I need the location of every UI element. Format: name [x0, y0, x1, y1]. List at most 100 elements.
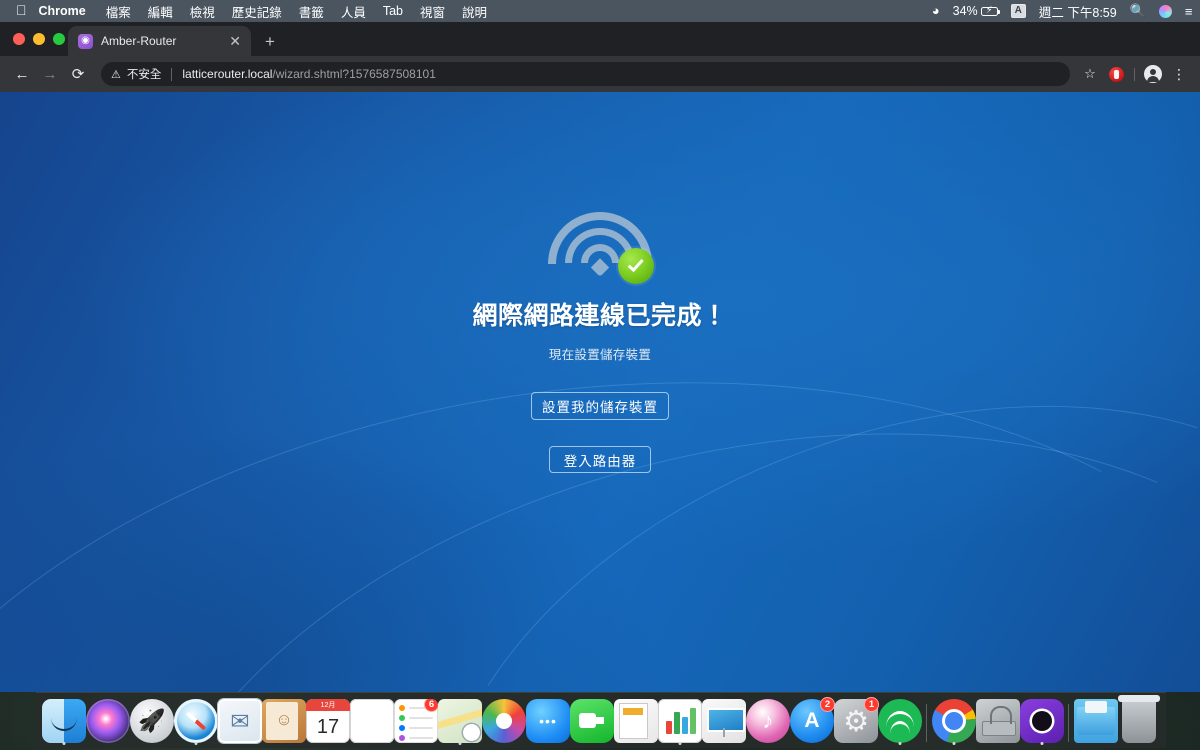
dock-item-calendar[interactable]: 12月 17	[306, 693, 350, 745]
wifi-icon[interactable]: ◕	[932, 3, 940, 19]
toolbar-divider	[1134, 67, 1135, 81]
router-setup-page: 網際網路連線已完成！ 現在設置儲存裝置 設置我的儲存裝置 登入路由器	[0, 92, 1200, 692]
browser-tab[interactable]: ◉ Amber-Router ✕	[68, 26, 251, 56]
purple-app-icon	[1019, 699, 1064, 743]
extension-icon[interactable]	[1104, 62, 1128, 86]
system-preferences-badge: 1	[864, 697, 879, 712]
photos-icon	[482, 699, 526, 743]
menu-app-name[interactable]: Chrome	[39, 4, 86, 18]
dock-item-chrome[interactable]	[931, 693, 976, 745]
dock-item-launchpad[interactable]	[130, 693, 174, 745]
dock-item-maps[interactable]	[438, 693, 482, 745]
profile-avatar-icon[interactable]	[1141, 62, 1165, 86]
input-source-indicator[interactable]: A	[1010, 4, 1026, 18]
maps-icon	[438, 699, 482, 743]
control-center-icon[interactable]: ≡	[1185, 4, 1193, 19]
apple-icon[interactable]: 	[16, 3, 27, 17]
star-icon[interactable]: ☆	[1078, 62, 1102, 86]
chrome-icon	[931, 699, 976, 743]
menu-item-window[interactable]: 視窗	[420, 2, 445, 21]
facetime-icon	[570, 699, 614, 743]
dock-item-contacts[interactable]	[262, 693, 306, 745]
dock-separator-2	[1064, 701, 1074, 745]
trash-icon	[1117, 695, 1160, 743]
page-title: 網際網路連線已完成！	[472, 302, 728, 330]
dock-item-facetime[interactable]	[570, 693, 614, 745]
setup-storage-button[interactable]: 設置我的儲存裝置	[531, 392, 669, 420]
close-tab-icon[interactable]: ✕	[226, 33, 244, 49]
router-favicon: ◉	[78, 33, 93, 49]
safari-icon	[174, 699, 218, 743]
dock-item-itunes[interactable]	[746, 693, 790, 745]
mail-icon	[218, 699, 262, 743]
battery-percent-label: 34%	[952, 4, 978, 18]
search-icon[interactable]: 🔍	[1130, 3, 1146, 19]
chrome-window: ◉ Amber-Router ✕ + ← → ⟳ ⚠ 不安全 latticero…	[0, 22, 1200, 692]
menu-item-view[interactable]: 檢視	[190, 2, 215, 21]
maximize-window-button[interactable]	[53, 33, 65, 45]
siri-icon[interactable]	[1158, 4, 1172, 18]
dock-item-numbers[interactable]	[658, 693, 702, 745]
wifi-signal-icon	[548, 212, 654, 284]
minimize-window-button[interactable]	[33, 33, 45, 45]
menu-item-help[interactable]: 說明	[462, 2, 487, 21]
menu-item-bookmarks[interactable]: 書籤	[299, 2, 324, 21]
menu-item-people[interactable]: 人員	[341, 2, 366, 21]
dock-item-finder[interactable]	[42, 693, 86, 745]
close-window-button[interactable]	[13, 33, 25, 45]
kebab-menu-icon[interactable]: ⋮	[1167, 62, 1191, 86]
warning-triangle-icon: ⚠	[111, 68, 121, 81]
dock-item-siri[interactable]	[86, 693, 130, 745]
dock-item-keynote[interactable]	[702, 693, 746, 745]
notes-icon	[350, 699, 394, 743]
dock-item-trash[interactable]	[1117, 693, 1161, 745]
dock-item-reminders[interactable]: 6	[394, 693, 438, 745]
login-router-button[interactable]: 登入路由器	[549, 446, 651, 473]
reminders-icon: 6	[394, 699, 438, 743]
system-preferences-icon: 1	[834, 697, 879, 743]
messages-icon	[526, 699, 570, 743]
browser-toolbar: ← → ⟳ ⚠ 不安全 latticerouter.local/wizard.s…	[0, 56, 1200, 92]
new-tab-button[interactable]: +	[265, 33, 275, 50]
finder-icon	[42, 699, 86, 743]
address-bar[interactable]: ⚠ 不安全 latticerouter.local/wizard.shtml?1…	[101, 62, 1070, 86]
app-store-icon: 2	[790, 697, 835, 743]
back-button[interactable]: ←	[9, 61, 35, 87]
reload-button[interactable]: ⟳	[65, 61, 91, 87]
window-traffic-lights	[13, 33, 65, 45]
dock-item-spotify[interactable]	[878, 693, 922, 745]
downloads-folder-icon	[1073, 699, 1118, 743]
green-check-icon	[618, 248, 654, 284]
dock-item-safari[interactable]	[174, 693, 218, 745]
spotify-icon	[878, 699, 922, 743]
battery-status[interactable]: 34% ⚡	[952, 4, 1000, 18]
dock-item-messages[interactable]	[526, 693, 570, 745]
keynote-icon	[702, 699, 746, 743]
url-text: latticerouter.local/wizard.shtml?1576587…	[182, 67, 436, 81]
omnibox-divider	[171, 67, 173, 81]
app-store-badge: 2	[820, 697, 835, 712]
dock-item-app-store[interactable]: 2	[790, 693, 835, 745]
dock-item-mail[interactable]	[218, 693, 262, 745]
calendar-month-label: 12月	[306, 699, 350, 711]
itunes-icon	[746, 699, 790, 743]
tab-title: Amber-Router	[101, 34, 177, 48]
dock-item-device[interactable]	[975, 693, 1020, 745]
launchpad-icon	[130, 699, 174, 743]
dock-item-photos[interactable]	[482, 693, 526, 745]
dock-item-downloads[interactable]	[1073, 693, 1118, 745]
forward-button[interactable]: →	[37, 61, 63, 87]
menu-item-edit[interactable]: 編輯	[148, 2, 173, 21]
siri-icon	[86, 699, 130, 743]
page-content: 網際網路連線已完成！ 現在設置儲存裝置 設置我的儲存裝置 登入路由器	[0, 212, 1200, 473]
clock-label[interactable]: 週二 下午8:59	[1039, 2, 1117, 21]
dock-item-pages[interactable]	[614, 693, 658, 745]
numbers-icon	[658, 699, 702, 743]
menu-item-tab[interactable]: Tab	[383, 4, 403, 18]
menu-item-file[interactable]: 檔案	[106, 2, 131, 21]
dock-item-purple-app[interactable]	[1019, 693, 1064, 745]
dock-item-notes[interactable]	[350, 693, 394, 745]
calendar-icon: 12月 17	[306, 699, 350, 743]
menu-item-history[interactable]: 歷史記錄	[232, 2, 282, 21]
dock-item-system-preferences[interactable]: 1	[834, 693, 879, 745]
